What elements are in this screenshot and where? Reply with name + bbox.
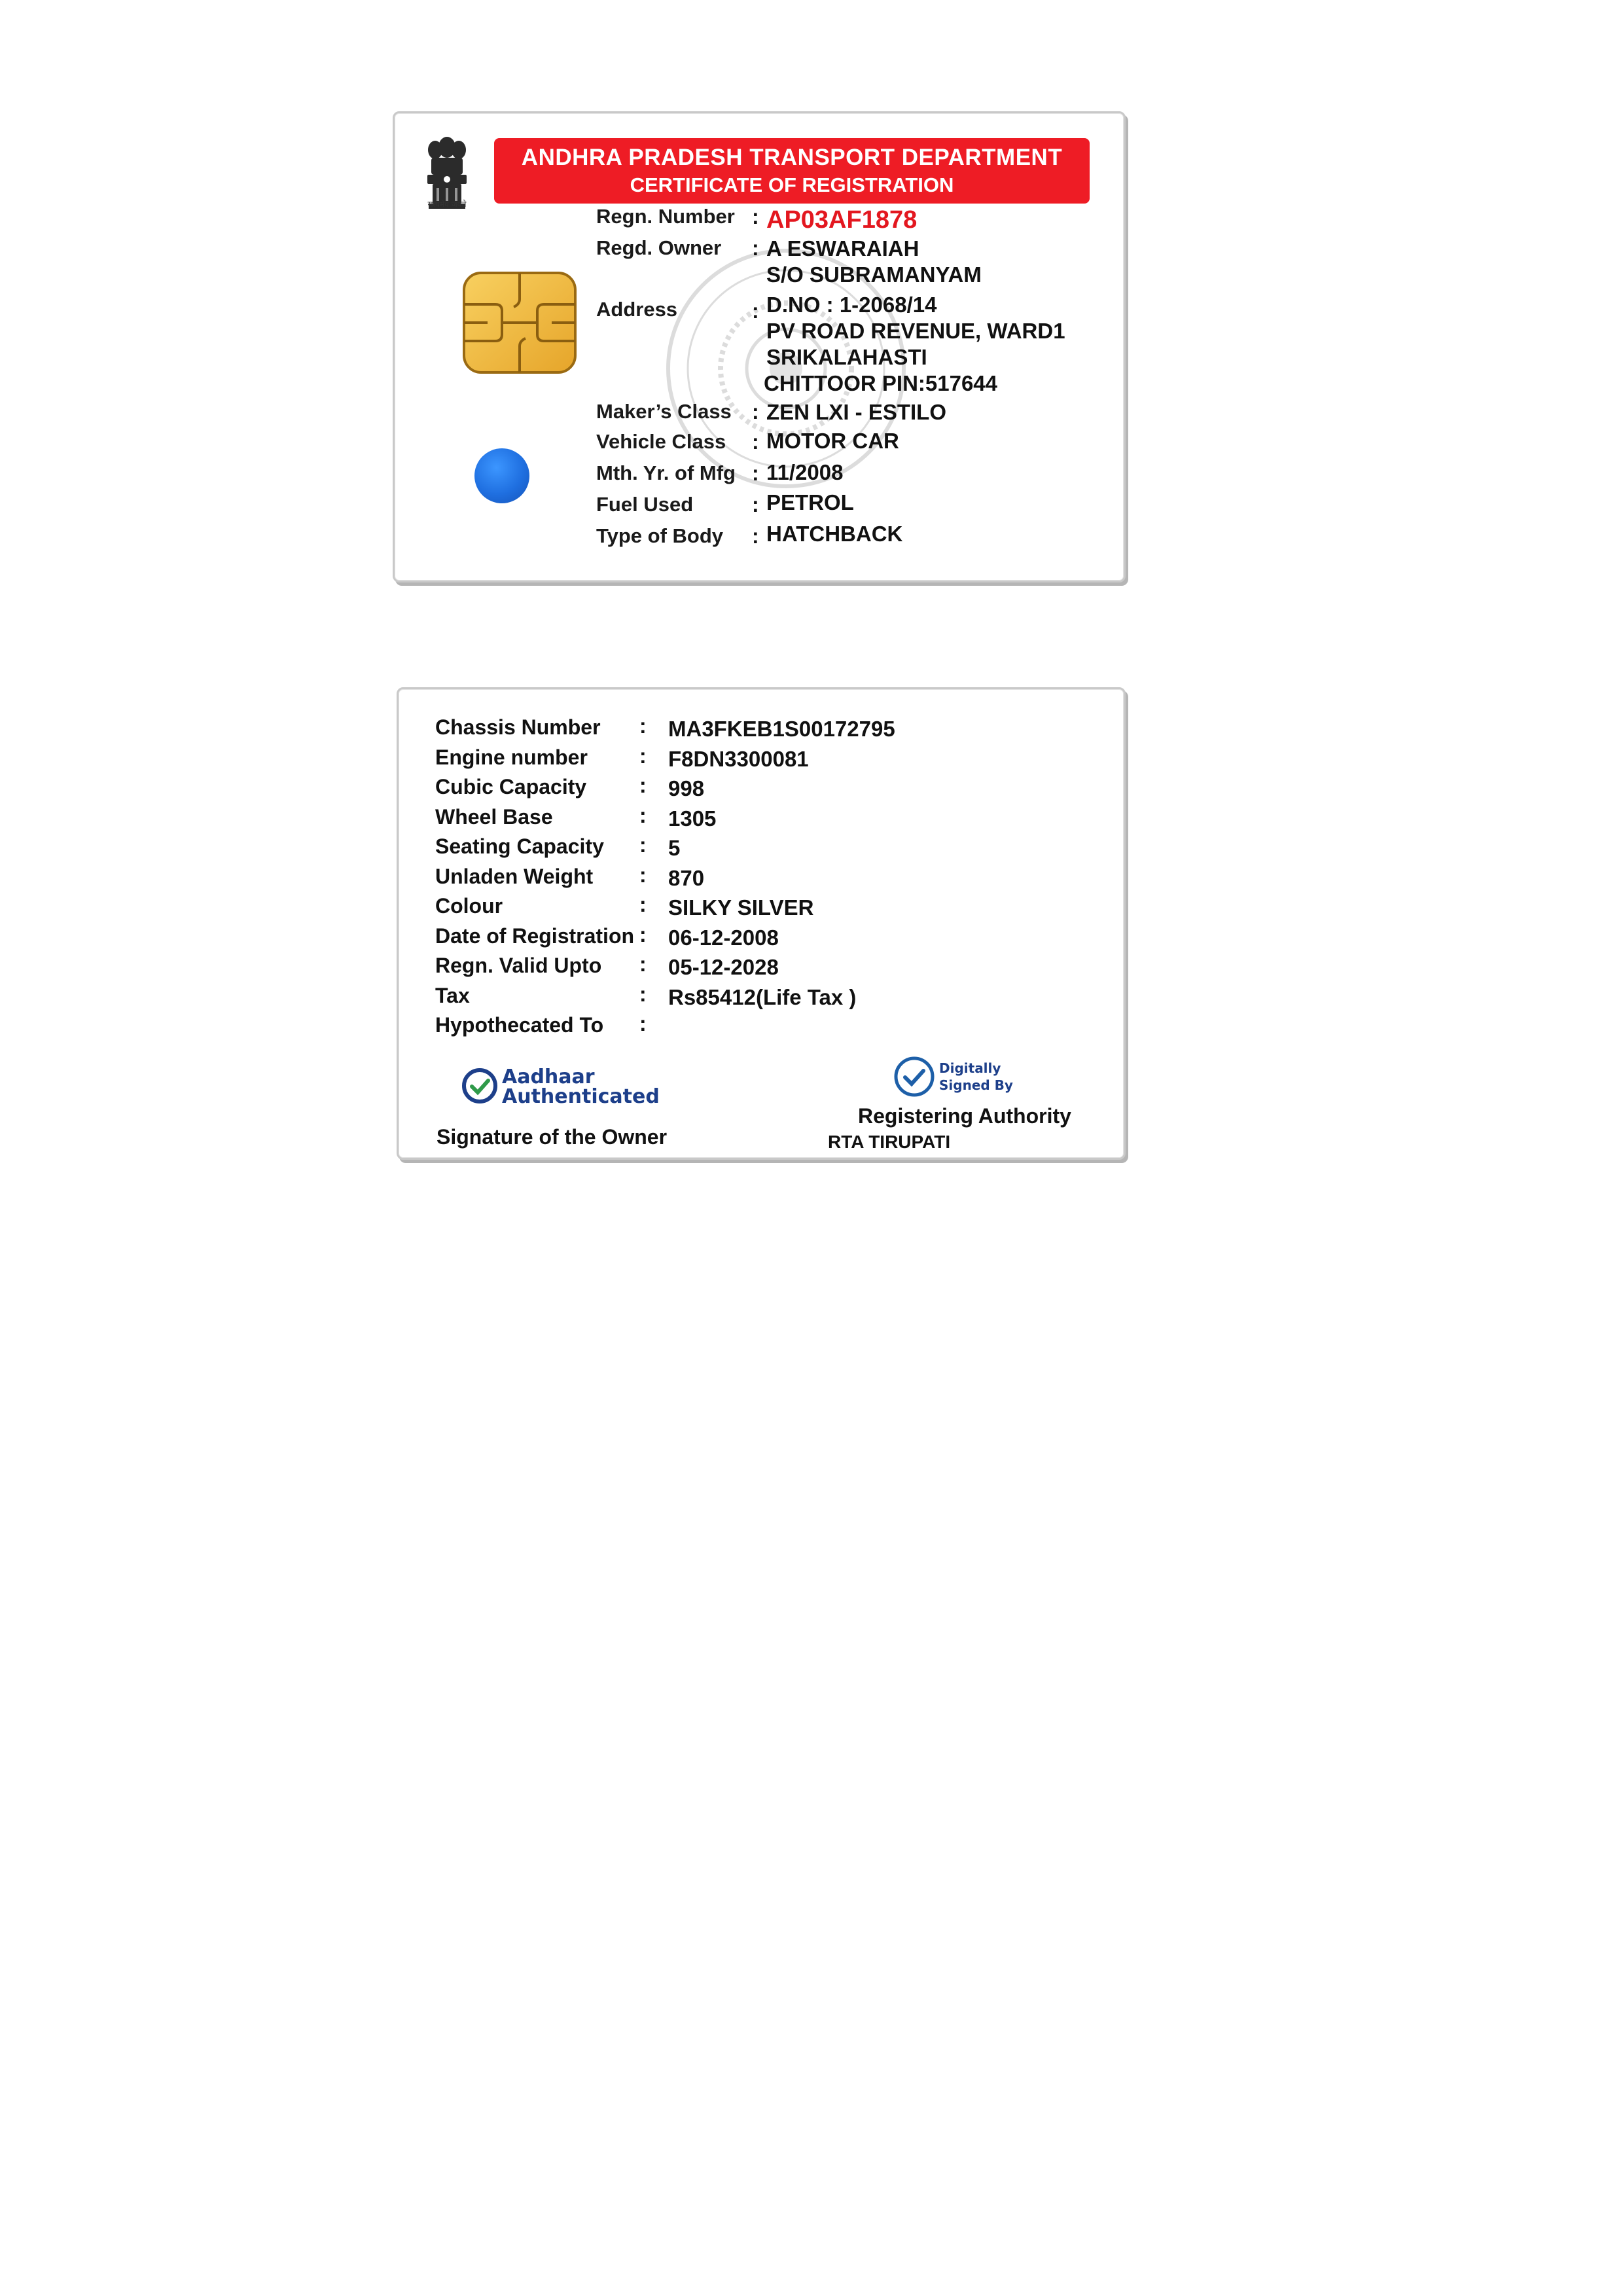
address-line-2: PV ROAD REVENUE, WARD1 bbox=[766, 319, 1065, 343]
rc-front-card: सत्यमेव जयते ANDHRA PRADESH TRANSPORT DE… bbox=[393, 111, 1126, 583]
detail-value: 5 bbox=[668, 836, 681, 860]
detail-label: Date of Registration bbox=[435, 924, 635, 948]
blue-dot-icon bbox=[474, 448, 529, 503]
detail-label: Cubic Capacity bbox=[435, 775, 587, 798]
separator: : bbox=[752, 299, 759, 323]
detail-label: Seating Capacity bbox=[435, 834, 604, 858]
separator: : bbox=[639, 833, 647, 857]
check-circle-icon bbox=[462, 1068, 497, 1103]
rc-back-card: Chassis Number: MA3FKEB1S00172795 Engine n… bbox=[397, 687, 1126, 1160]
separator: : bbox=[639, 982, 647, 1006]
vehicle-class-label: Vehicle Class bbox=[596, 430, 726, 453]
separator: : bbox=[639, 923, 647, 946]
mfg-label: Mth. Yr. of Mfg bbox=[596, 461, 736, 484]
separator: : bbox=[752, 236, 759, 260]
address-line-3: SRIKALAHASTI bbox=[766, 345, 927, 369]
regn-number-value: AP03AF1878 bbox=[766, 206, 918, 234]
detail-label: Tax bbox=[435, 984, 470, 1007]
separator: : bbox=[639, 744, 647, 768]
detail-value: Rs85412(Life Tax ) bbox=[668, 985, 857, 1009]
separator: : bbox=[639, 952, 647, 976]
owner-signature-label: Signature of the Owner bbox=[437, 1125, 668, 1149]
detail-value: MA3FKEB1S00172795 bbox=[668, 717, 895, 741]
regd-owner-label: Regd. Owner bbox=[596, 236, 722, 259]
separator: : bbox=[752, 524, 759, 548]
detail-label: Chassis Number bbox=[435, 715, 601, 739]
address-line-4: CHITTOOR PIN:517644 bbox=[764, 371, 998, 395]
separator: : bbox=[752, 205, 759, 228]
separator: : bbox=[752, 493, 759, 516]
makers-class-value: ZEN LXI - ESTILO bbox=[766, 400, 947, 424]
header-banner: ANDHRA PRADESH TRANSPORT DEPARTMENT CERT… bbox=[494, 138, 1090, 204]
check-circle-icon bbox=[894, 1056, 935, 1097]
mfg-value: 11/2008 bbox=[766, 460, 844, 484]
regn-number-label: Regn. Number bbox=[596, 205, 735, 228]
separator: : bbox=[639, 714, 647, 738]
detail-value: F8DN3300081 bbox=[668, 747, 809, 771]
department-title: ANDHRA PRADESH TRANSPORT DEPARTMENT bbox=[521, 145, 1063, 170]
detail-label: Engine number bbox=[435, 745, 588, 769]
makers-class-label: Maker’s Class bbox=[596, 400, 732, 423]
body-label: Type of Body bbox=[596, 524, 724, 547]
detail-value: 05-12-2028 bbox=[668, 955, 779, 979]
separator: : bbox=[639, 893, 647, 916]
detail-label: Hypothecated To bbox=[435, 1013, 604, 1037]
address-line-1: D.NO : 1-2068/14 bbox=[766, 293, 937, 317]
body-value: HATCHBACK bbox=[766, 522, 903, 546]
smart-chip-icon bbox=[463, 272, 577, 374]
detail-value: 998 bbox=[668, 776, 705, 800]
digital-signature-badge: Digitally Signed By bbox=[939, 1060, 1013, 1094]
detail-label: Colour bbox=[435, 894, 503, 918]
detail-label: Unladen Weight bbox=[435, 865, 594, 888]
authenticated-label: Authenticated bbox=[502, 1085, 660, 1108]
certificate-title: CERTIFICATE OF REGISTRATION bbox=[630, 173, 954, 196]
detail-value: SILKY SILVER bbox=[668, 895, 814, 920]
signed-by-label: Signed By bbox=[939, 1077, 1013, 1093]
separator: : bbox=[639, 804, 647, 827]
fuel-label: Fuel Used bbox=[596, 493, 694, 516]
aadhaar-badge: Aadhaar Authenticated bbox=[502, 1067, 660, 1107]
separator: : bbox=[639, 774, 647, 797]
address-label: Address bbox=[596, 298, 678, 321]
detail-value: 1305 bbox=[668, 806, 717, 831]
detail-label: Regn. Valid Upto bbox=[435, 954, 602, 977]
detail-value: 870 bbox=[668, 866, 705, 890]
registering-authority-label: Registering Authority bbox=[858, 1104, 1071, 1128]
digitally-label: Digitally bbox=[939, 1060, 1001, 1076]
emblem-motto: सत्यमेव जयते bbox=[427, 200, 467, 209]
detail-label: Wheel Base bbox=[435, 805, 553, 829]
separator: : bbox=[752, 400, 759, 423]
rta-label: RTA TIRUPATI bbox=[828, 1132, 951, 1152]
aadhaar-label: Aadhaar bbox=[502, 1066, 595, 1088]
separator: : bbox=[752, 461, 759, 485]
detail-value: 06-12-2008 bbox=[668, 925, 779, 950]
fuel-value: PETROL bbox=[766, 490, 854, 514]
vehicle-class-value: MOTOR CAR bbox=[766, 429, 899, 453]
regd-owner-relation: S/O SUBRAMANYAM bbox=[766, 262, 982, 287]
regd-owner-value: A ESWARAIAH bbox=[766, 236, 919, 260]
separator: : bbox=[639, 1012, 647, 1035]
separator: : bbox=[639, 863, 647, 887]
separator: : bbox=[752, 430, 759, 454]
